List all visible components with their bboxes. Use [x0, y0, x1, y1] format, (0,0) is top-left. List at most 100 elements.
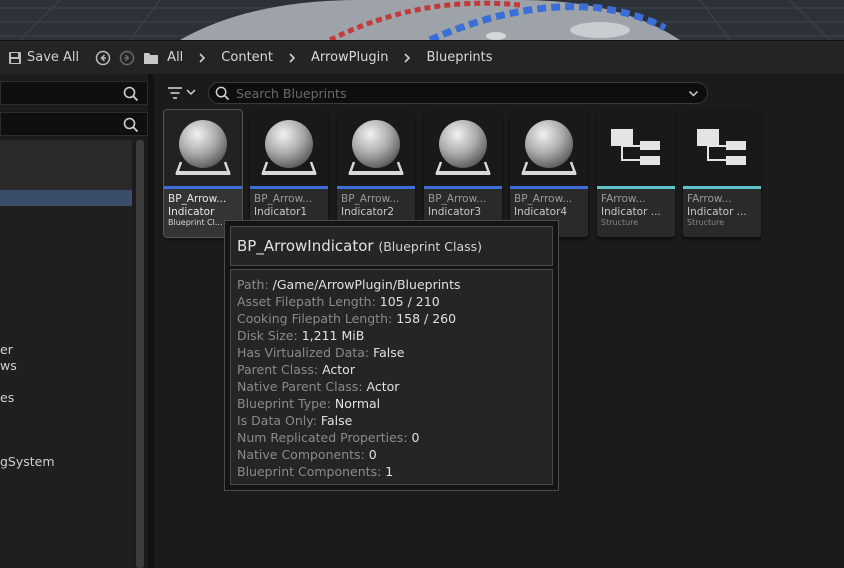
tooltip-row-value: 0 [411, 430, 420, 445]
asset-type-color-bar [510, 186, 588, 189]
tooltip-asset-type: (Blueprint Class) [378, 239, 483, 254]
asset-tooltip: BP_ArrowIndicator (Blueprint Class) Path… [224, 220, 559, 491]
tooltip-row-value: 1 [385, 464, 394, 479]
search-icon [123, 117, 139, 133]
tooltip-row-value: False [373, 345, 405, 360]
tooltip-row: Blueprint Type: Normal [237, 396, 380, 411]
asset-name-line2: Indicator4 [514, 206, 568, 218]
back-arrow-icon[interactable] [95, 50, 111, 66]
tree-scrollbar[interactable] [136, 140, 144, 568]
asset-tile[interactable]: BP_Arrow... Indicator2 [337, 110, 415, 237]
asset-type-color-bar [597, 186, 675, 189]
tree-item-label[interactable]: gSystem [0, 454, 55, 469]
tooltip-row-value: Normal [334, 396, 381, 411]
tree-selected-row[interactable] [0, 190, 132, 206]
blueprint-thumbnail-icon [348, 120, 404, 175]
asset-type-color-bar [683, 186, 761, 189]
asset-search-input[interactable] [236, 85, 676, 101]
asset-type-label: Structure [687, 218, 725, 227]
asset-thumbnail [337, 110, 415, 186]
folder-icon[interactable] [143, 50, 159, 66]
tooltip-details: Path: /Game/ArrowPlugin/Blueprints Asset … [230, 269, 553, 485]
asset-name-line2: Indicator2 [341, 206, 395, 218]
tree-item-label[interactable]: er [0, 342, 13, 357]
tree-scrollbar-thumb[interactable] [136, 140, 144, 568]
save-icon [9, 51, 21, 64]
filter-icon [168, 87, 182, 99]
tooltip-row: Has Virtualized Data: False [237, 345, 404, 360]
tooltip-row-value: 158 / 260 [396, 311, 457, 326]
content-browser-window: Save All All Content ArrowPlugin Bluepri… [0, 0, 844, 568]
blueprint-thumbnail-icon [261, 120, 317, 175]
tooltip-row-key: Native Parent Class: [237, 379, 363, 394]
tooltip-header: BP_ArrowIndicator (Blueprint Class) [230, 226, 553, 266]
tooltip-asset-name: BP_ArrowIndicator [237, 237, 374, 255]
structure-thumbnail-icon [697, 129, 746, 165]
asset-thumbnail [683, 110, 761, 186]
asset-name-line1: BP_Arrow... [168, 193, 227, 205]
tooltip-row: Parent Class: Actor [237, 362, 355, 377]
sources-search-field[interactable] [0, 81, 148, 105]
asset-thumbnail [510, 110, 588, 186]
tooltip-row-key: Parent Class: [237, 362, 319, 377]
panel-splitter[interactable] [148, 74, 154, 568]
tooltip-row: Num Replicated Properties: 0 [237, 430, 419, 445]
tooltip-row-key: Has Virtualized Data: [237, 345, 370, 360]
tree-header [0, 140, 132, 190]
asset-tile[interactable]: FArrow... Indicator ... Structure [683, 110, 761, 237]
blueprint-thumbnail-icon [435, 120, 491, 175]
tooltip-row: Cooking Filepath Length: 158 / 260 [237, 311, 456, 326]
asset-tile[interactable]: BP_Arrow... Indicator Blueprint Cl... [163, 109, 243, 238]
breadcrumb-separator-icon [289, 52, 296, 63]
tooltip-row: Disk Size: 1,211 MiB [237, 328, 364, 343]
asset-search-box[interactable] [208, 82, 708, 104]
structure-thumbnail-icon [611, 129, 660, 165]
tooltip-row-value: Actor [322, 362, 355, 377]
breadcrumb-arrowplugin[interactable]: ArrowPlugin [311, 50, 388, 65]
asset-name-line1: FArrow... [687, 193, 732, 205]
asset-tile[interactable]: BP_Arrow... Indicator1 [250, 110, 328, 237]
tooltip-row: Path: /Game/ArrowPlugin/Blueprints [237, 277, 461, 292]
tooltip-row-key: Native Components: [237, 447, 365, 462]
asset-name-line1: FArrow... [601, 193, 646, 205]
tooltip-row: Asset Filepath Length: 105 / 210 [237, 294, 440, 309]
tooltip-row: Blueprint Components: 1 [237, 464, 393, 479]
tooltip-row-key: Num Replicated Properties: [237, 430, 408, 445]
breadcrumb-all[interactable]: All [167, 50, 183, 65]
blueprint-thumbnail-icon [175, 120, 231, 175]
asset-tile[interactable]: FArrow... Indicator ... Structure [597, 110, 675, 237]
tree-item-label[interactable]: es [0, 390, 14, 405]
breadcrumb-content[interactable]: Content [221, 50, 273, 65]
save-all-button[interactable]: Save All [8, 50, 79, 65]
asset-type-color-bar [337, 186, 415, 189]
collections-search-field[interactable] [0, 112, 148, 136]
asset-type-color-bar [164, 186, 242, 189]
tree-item-label[interactable]: ws [0, 358, 17, 373]
asset-type-color-bar [424, 186, 502, 189]
blueprint-thumbnail-icon [521, 120, 577, 175]
tooltip-row-value: /Game/ArrowPlugin/Blueprints [272, 277, 461, 292]
asset-tile[interactable]: BP_Arrow... Indicator4 [510, 110, 588, 237]
viewport-scene [0, 0, 844, 40]
asset-name-line2: Indicator1 [254, 206, 308, 218]
asset-name-line1: BP_Arrow... [428, 193, 487, 205]
level-viewport[interactable] [0, 0, 844, 40]
breadcrumb-blueprints[interactable]: Blueprints [426, 50, 492, 65]
asset-name-line1: BP_Arrow... [514, 193, 573, 205]
forward-arrow-icon[interactable] [119, 50, 135, 66]
save-all-label: Save All [27, 50, 80, 65]
asset-thumbnail [164, 110, 242, 186]
search-icon [123, 86, 139, 102]
tooltip-row-key: Path: [237, 277, 269, 292]
tooltip-row-key: Blueprint Type: [237, 396, 331, 411]
search-history-chevron-icon[interactable] [688, 88, 699, 99]
folder-tree[interactable]: er ws es gSystem [0, 140, 132, 568]
tooltip-row-value: Actor [366, 379, 400, 394]
breadcrumb-separator-icon [404, 52, 411, 63]
asset-type-label: Structure [601, 218, 639, 227]
filter-dropdown-button[interactable] [165, 84, 199, 102]
tooltip-row-value: 0 [368, 447, 377, 462]
tooltip-row-key: Asset Filepath Length: [237, 294, 376, 309]
asset-tile[interactable]: BP_Arrow... Indicator3 [424, 110, 502, 237]
tooltip-row: Is Data Only: False [237, 413, 352, 428]
